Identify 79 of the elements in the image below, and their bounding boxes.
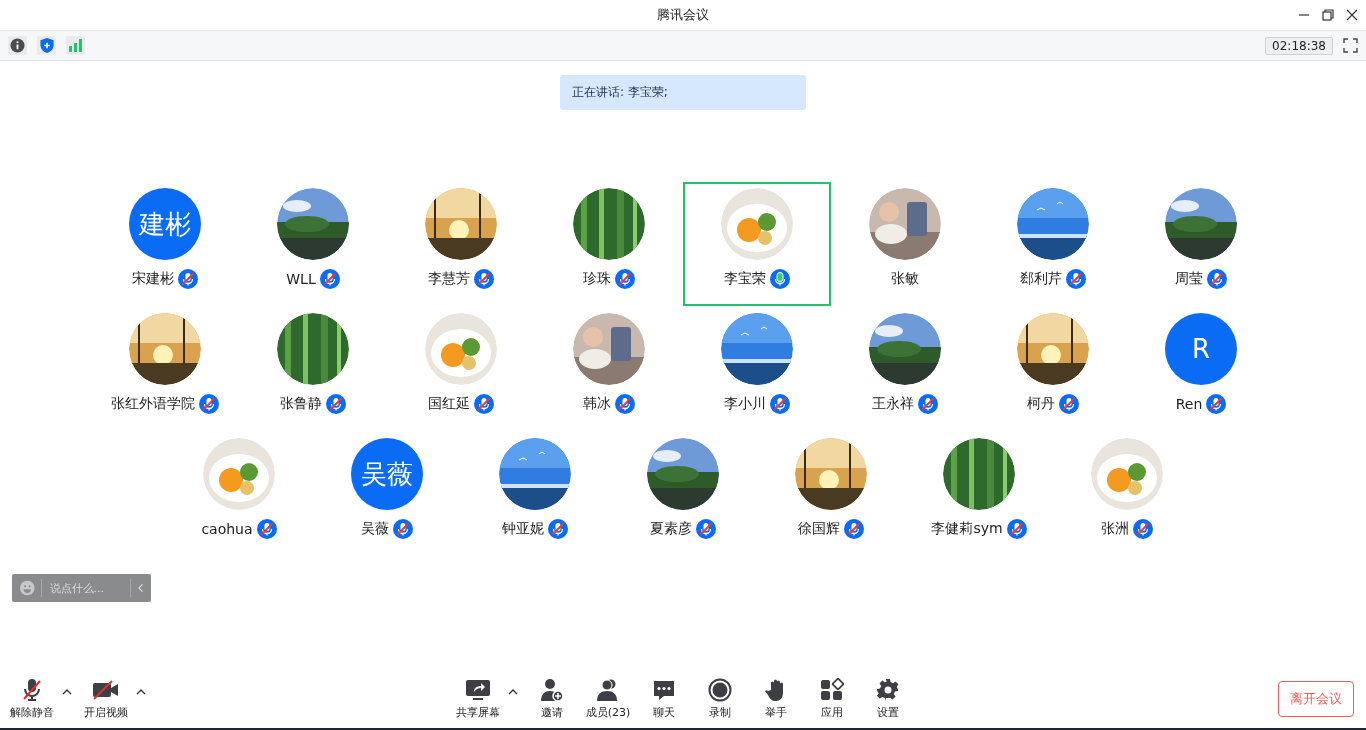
- participant-name: 李健莉sym: [931, 520, 1003, 538]
- speaking-banner: 正在讲话: 李宝荣;: [560, 75, 806, 110]
- participant-tile[interactable]: 李宝荣: [683, 182, 831, 306]
- toolbar-button[interactable]: 解除静音: [6, 678, 58, 720]
- toolbar-button[interactable]: 邀请: [526, 678, 578, 720]
- toolbar-button[interactable]: 录制: [694, 678, 746, 720]
- participant-tile[interactable]: 王永祥: [831, 307, 979, 431]
- participant-name: 徐国辉: [798, 520, 840, 538]
- settings-icon: [876, 678, 900, 702]
- participant-tile[interactable]: 李小川: [683, 307, 831, 431]
- participant-name: 张敏: [891, 270, 919, 288]
- avatar-initials: R: [1165, 313, 1237, 385]
- toolbar-button[interactable]: 聊天: [638, 678, 690, 720]
- participant-name: 郄利芹: [1020, 270, 1062, 288]
- participant-tile[interactable]: 珍珠: [535, 182, 683, 306]
- toolbar-button[interactable]: 共享屏幕: [452, 678, 504, 720]
- participant-name: 张红外语学院: [111, 395, 195, 413]
- participant-tile[interactable]: 夏素彦: [609, 432, 757, 556]
- close-icon[interactable]: [1346, 9, 1358, 21]
- camera-off-icon: [92, 678, 120, 702]
- info-button[interactable]: [8, 36, 27, 55]
- participant-tile[interactable]: 张敏: [831, 182, 979, 306]
- meeting-timer: 02:18:38: [1265, 36, 1333, 55]
- participant-tile[interactable]: 韩冰: [535, 307, 683, 431]
- participant-name: 周莹: [1175, 270, 1203, 288]
- chat-icon: [652, 678, 676, 702]
- toolbar-button[interactable]: 开启视频: [80, 678, 132, 720]
- caret-icon[interactable]: [62, 688, 72, 695]
- participant-tile[interactable]: 钟亚妮: [461, 432, 609, 556]
- fullscreen-icon[interactable]: [1343, 38, 1358, 53]
- add-person-icon: [540, 678, 564, 702]
- participant-name: 国红延: [428, 395, 470, 413]
- participant-name: 李小川: [724, 395, 766, 413]
- caret-icon[interactable]: [508, 688, 518, 695]
- participant-name: Ren: [1175, 396, 1203, 412]
- participant-tile[interactable]: 建彬 宋建彬: [91, 182, 239, 306]
- participant-tile[interactable]: WLL: [239, 182, 387, 306]
- participant-name: 张鲁静: [280, 395, 322, 413]
- people-icon: [596, 678, 620, 702]
- participant-tile[interactable]: R Ren: [1127, 307, 1275, 431]
- participant-name: caohua: [201, 521, 253, 537]
- avatar-initials: 吴薇: [351, 438, 423, 510]
- participant-name: 张洲: [1101, 520, 1129, 538]
- participant-tile[interactable]: 周莹: [1127, 182, 1275, 306]
- participant-name: 钟亚妮: [502, 520, 544, 538]
- record-icon: [708, 678, 732, 702]
- participant-tile[interactable]: 张洲: [1053, 432, 1201, 556]
- participant-tile[interactable]: 郄利芹: [979, 182, 1127, 306]
- participant-tile[interactable]: 李慧芳: [387, 182, 535, 306]
- window-title: 腾讯会议: [657, 6, 709, 24]
- toolbar-button[interactable]: 成员(23): [582, 678, 634, 720]
- avatar-initials: 建彬: [129, 188, 201, 260]
- share-screen-icon: [465, 678, 491, 702]
- participant-name: 韩冰: [583, 395, 611, 413]
- participant-tile[interactable]: caohua: [165, 432, 313, 556]
- microphone-muted-icon: [20, 678, 44, 702]
- participant-name: WLL: [286, 271, 316, 287]
- toolbar-button[interactable]: 设置: [862, 678, 914, 720]
- participant-name: 夏素彦: [650, 520, 692, 538]
- participant-tile[interactable]: 徐国辉: [757, 432, 905, 556]
- participant-name: 柯丹: [1027, 395, 1055, 413]
- participant-name: 吴薇: [361, 520, 389, 538]
- participant-tile[interactable]: 吴薇 吴薇: [313, 432, 461, 556]
- apps-icon: [820, 678, 844, 702]
- restore-icon[interactable]: [1322, 9, 1334, 21]
- participant-name: 李宝荣: [724, 270, 766, 288]
- caret-icon[interactable]: [136, 688, 146, 695]
- participant-tile[interactable]: 柯丹: [979, 307, 1127, 431]
- participant-name: 李慧芳: [428, 270, 470, 288]
- participant-tile[interactable]: 国红延: [387, 307, 535, 431]
- participant-name: 宋建彬: [132, 270, 174, 288]
- participant-name: 珍珠: [583, 270, 611, 288]
- participant-tile[interactable]: 张红外语学院: [91, 307, 239, 431]
- participant-tile[interactable]: 李健莉sym: [905, 432, 1053, 556]
- toolbar-button[interactable]: 举手: [750, 678, 802, 720]
- participant-tile[interactable]: 张鲁静: [239, 307, 387, 431]
- toolbar-button[interactable]: 应用: [806, 678, 858, 720]
- participant-name: 王永祥: [872, 395, 914, 413]
- shield-button[interactable]: [37, 36, 56, 55]
